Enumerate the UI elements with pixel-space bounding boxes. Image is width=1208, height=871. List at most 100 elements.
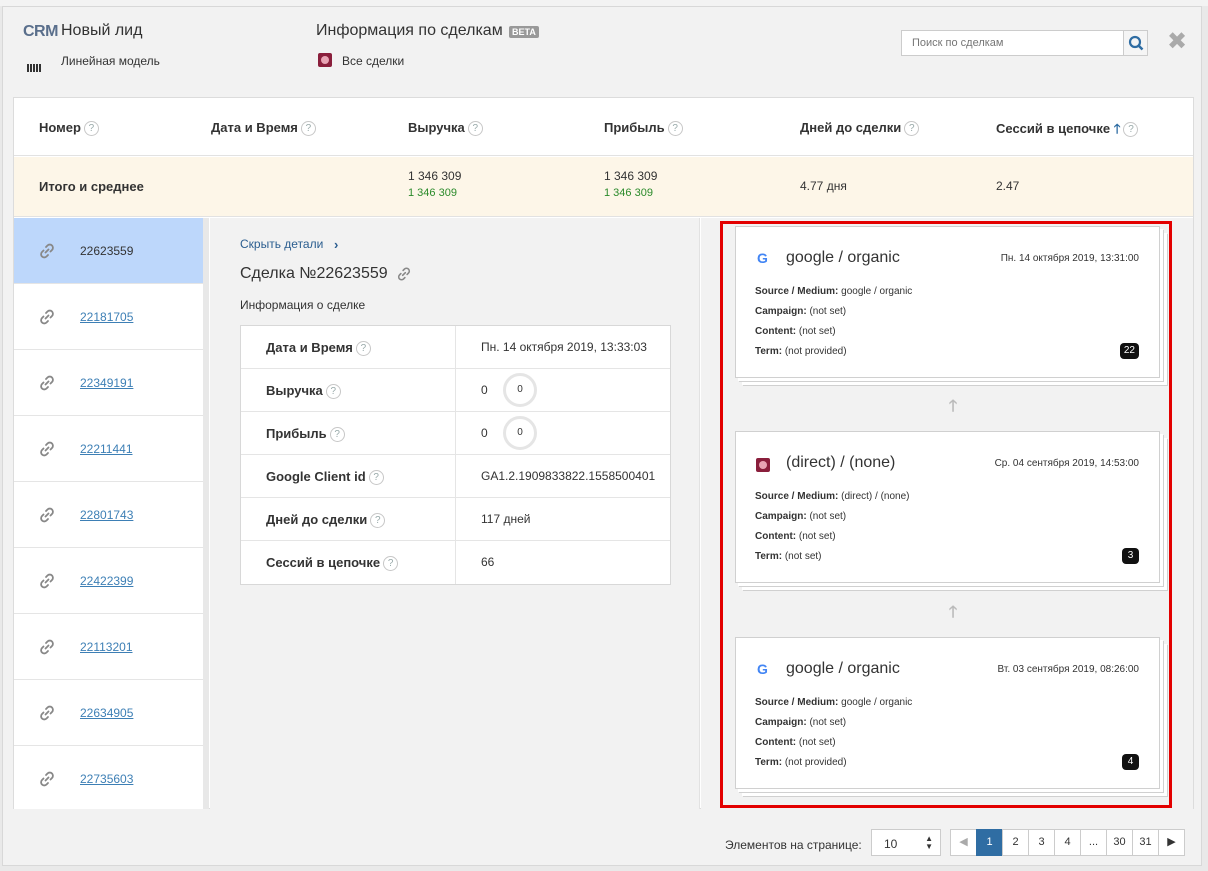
search-icon xyxy=(1128,35,1144,51)
content-line: Content: (not set) xyxy=(755,531,836,542)
deal-row[interactable]: 22181705 xyxy=(14,284,203,350)
pagination-footer: Элементов на странице: 10 ▲ ▼ ◀ 1 2 3 4 ..… xyxy=(3,817,1203,867)
deal-number[interactable]: 22349191 xyxy=(80,376,133,390)
help-icon[interactable]: ? xyxy=(355,341,371,356)
info-row: Дней до сделки? 117 дней xyxy=(241,498,670,541)
session-date: Пн. 14 октября 2019, 13:31:00 xyxy=(1000,253,1139,264)
prev-page-button[interactable]: ◀ xyxy=(950,829,977,856)
per-page-label: Элементов на странице: xyxy=(725,838,862,852)
deal-row[interactable]: 22634905 xyxy=(14,680,203,746)
session-card[interactable]: G google / organic Пн. 14 октября 2019, … xyxy=(735,226,1160,378)
google-icon: G xyxy=(757,661,768,677)
chevron-right-icon[interactable]: › xyxy=(334,237,338,252)
session-card[interactable]: (direct) / (none) Ср. 04 сентября 2019, … xyxy=(735,431,1160,583)
content-line: Content: (not set) xyxy=(755,326,836,337)
sort-asc-icon[interactable]: 🡑 xyxy=(1114,121,1121,136)
avg-sessions: 2.47 xyxy=(996,179,1020,193)
close-icon[interactable]: ✖ xyxy=(1167,30,1187,54)
page-button[interactable]: 30 xyxy=(1106,829,1133,856)
link-icon xyxy=(40,441,54,457)
content-line: Content: (not set) xyxy=(755,737,836,748)
info-row: Прибыль? 0 0 xyxy=(241,412,670,455)
page-button[interactable]: 3 xyxy=(1028,829,1055,856)
help-icon[interactable]: ? xyxy=(83,121,99,136)
deal-row[interactable]: 22801743 xyxy=(14,482,203,548)
info-row: Дата и Время? Пн. 14 октября 2019, 13:33:… xyxy=(241,326,670,369)
totals-label: Итого и среднее xyxy=(39,179,144,194)
campaign-line: Campaign: (not set) xyxy=(755,717,847,728)
term-line: Term: (not provided) xyxy=(755,346,847,357)
col-days[interactable]: Дней до сделки? xyxy=(800,120,920,136)
value-ring: 0 xyxy=(503,416,537,450)
link-icon xyxy=(40,375,54,391)
hide-details-link[interactable]: Скрыть детали xyxy=(240,237,323,251)
deal-row[interactable]: 22113201 xyxy=(14,614,203,680)
session-source: (direct) / (none) xyxy=(786,454,896,471)
help-icon[interactable]: ? xyxy=(383,556,399,571)
help-icon[interactable]: ? xyxy=(370,513,386,528)
page-button[interactable]: 31 xyxy=(1132,829,1159,856)
col-revenue[interactable]: Выручка? xyxy=(408,120,483,136)
deal-row[interactable]: 22422399 xyxy=(14,548,203,614)
session-chain: G google / organic Пн. 14 октября 2019, … xyxy=(701,218,1193,809)
help-icon[interactable]: ? xyxy=(467,121,483,136)
next-page-button[interactable]: ▶ xyxy=(1158,829,1185,856)
help-icon[interactable]: ? xyxy=(667,121,683,136)
deal-number[interactable]: 22623559 xyxy=(80,244,133,258)
deal-row[interactable]: 22349191 xyxy=(14,350,203,416)
link-icon[interactable] xyxy=(396,266,412,282)
campaign-line: Campaign: (not set) xyxy=(755,511,847,522)
help-icon[interactable]: ? xyxy=(325,384,341,399)
pager: ◀ 1 2 3 4 ... 30 31 ▶ xyxy=(950,829,1185,856)
info-key: Прибыль? xyxy=(266,426,345,442)
page-button[interactable]: 2 xyxy=(1002,829,1029,856)
info-row: Сессий в цепочке? 66 xyxy=(241,541,670,584)
col-profit[interactable]: Прибыль? xyxy=(604,120,683,136)
page-button[interactable]: 4 xyxy=(1054,829,1081,856)
term-line: Term: (not set) xyxy=(755,551,822,562)
arrow-up-icon: 🡑 xyxy=(948,398,958,415)
help-icon[interactable]: ? xyxy=(368,470,384,485)
list-scrollbar[interactable] xyxy=(203,218,209,809)
info-value: 66 xyxy=(481,555,495,569)
info-key: Дата и Время? xyxy=(266,340,371,356)
deal-number[interactable]: 22735603 xyxy=(80,772,133,786)
search-input[interactable] xyxy=(902,31,1122,55)
deal-row[interactable]: 22623559 xyxy=(14,218,203,284)
col-datetime[interactable]: Дата и Время? xyxy=(211,120,316,136)
col-sessions[interactable]: Сессий в цепочке 🡑? xyxy=(996,120,1139,142)
help-icon[interactable]: ? xyxy=(300,121,316,136)
col-number[interactable]: Номер? xyxy=(39,120,99,136)
session-source: google / organic xyxy=(786,249,900,266)
deal-number[interactable]: 22181705 xyxy=(80,310,133,324)
section-title: Информация по сделкам xyxy=(316,22,503,39)
table-header: Номер? Дата и Время? Выручка? Прибыль? Д… xyxy=(14,98,1193,156)
help-icon[interactable]: ? xyxy=(1123,122,1139,137)
session-card[interactable]: G google / organic Вт. 03 сентября 2019,… xyxy=(735,637,1160,789)
help-icon[interactable]: ? xyxy=(904,121,920,136)
link-icon xyxy=(40,309,54,325)
per-page-select[interactable]: 10 ▲ ▼ xyxy=(871,829,941,856)
link-icon xyxy=(40,507,54,523)
search-button[interactable] xyxy=(1123,31,1147,55)
deal-number[interactable]: 22113201 xyxy=(80,640,133,654)
deal-number[interactable]: 22634905 xyxy=(80,706,133,720)
deal-number[interactable]: 22211441 xyxy=(80,442,133,456)
deal-row[interactable]: 22211441 xyxy=(14,416,203,482)
help-icon[interactable]: ? xyxy=(329,427,345,442)
bars-icon xyxy=(27,61,45,72)
info-value: 0 xyxy=(481,383,488,397)
direct-source-icon xyxy=(318,53,332,67)
page-button[interactable]: 1 xyxy=(976,829,1003,856)
info-value: 0 xyxy=(481,426,488,440)
session-count-badge: 4 xyxy=(1122,754,1139,770)
direct-icon xyxy=(756,458,770,472)
deal-row[interactable]: 22735603 xyxy=(14,746,203,809)
deal-title: Сделка №22623559 xyxy=(240,265,388,282)
session-count-badge: 3 xyxy=(1122,548,1139,564)
info-value: Пн. 14 октября 2019, 13:33:03 xyxy=(481,340,647,354)
deal-number[interactable]: 22422399 xyxy=(80,574,133,588)
session-date: Вт. 03 сентября 2019, 08:26:00 xyxy=(997,664,1139,675)
deals-filter[interactable]: Все сделки xyxy=(342,54,404,68)
deal-number[interactable]: 22801743 xyxy=(80,508,133,522)
